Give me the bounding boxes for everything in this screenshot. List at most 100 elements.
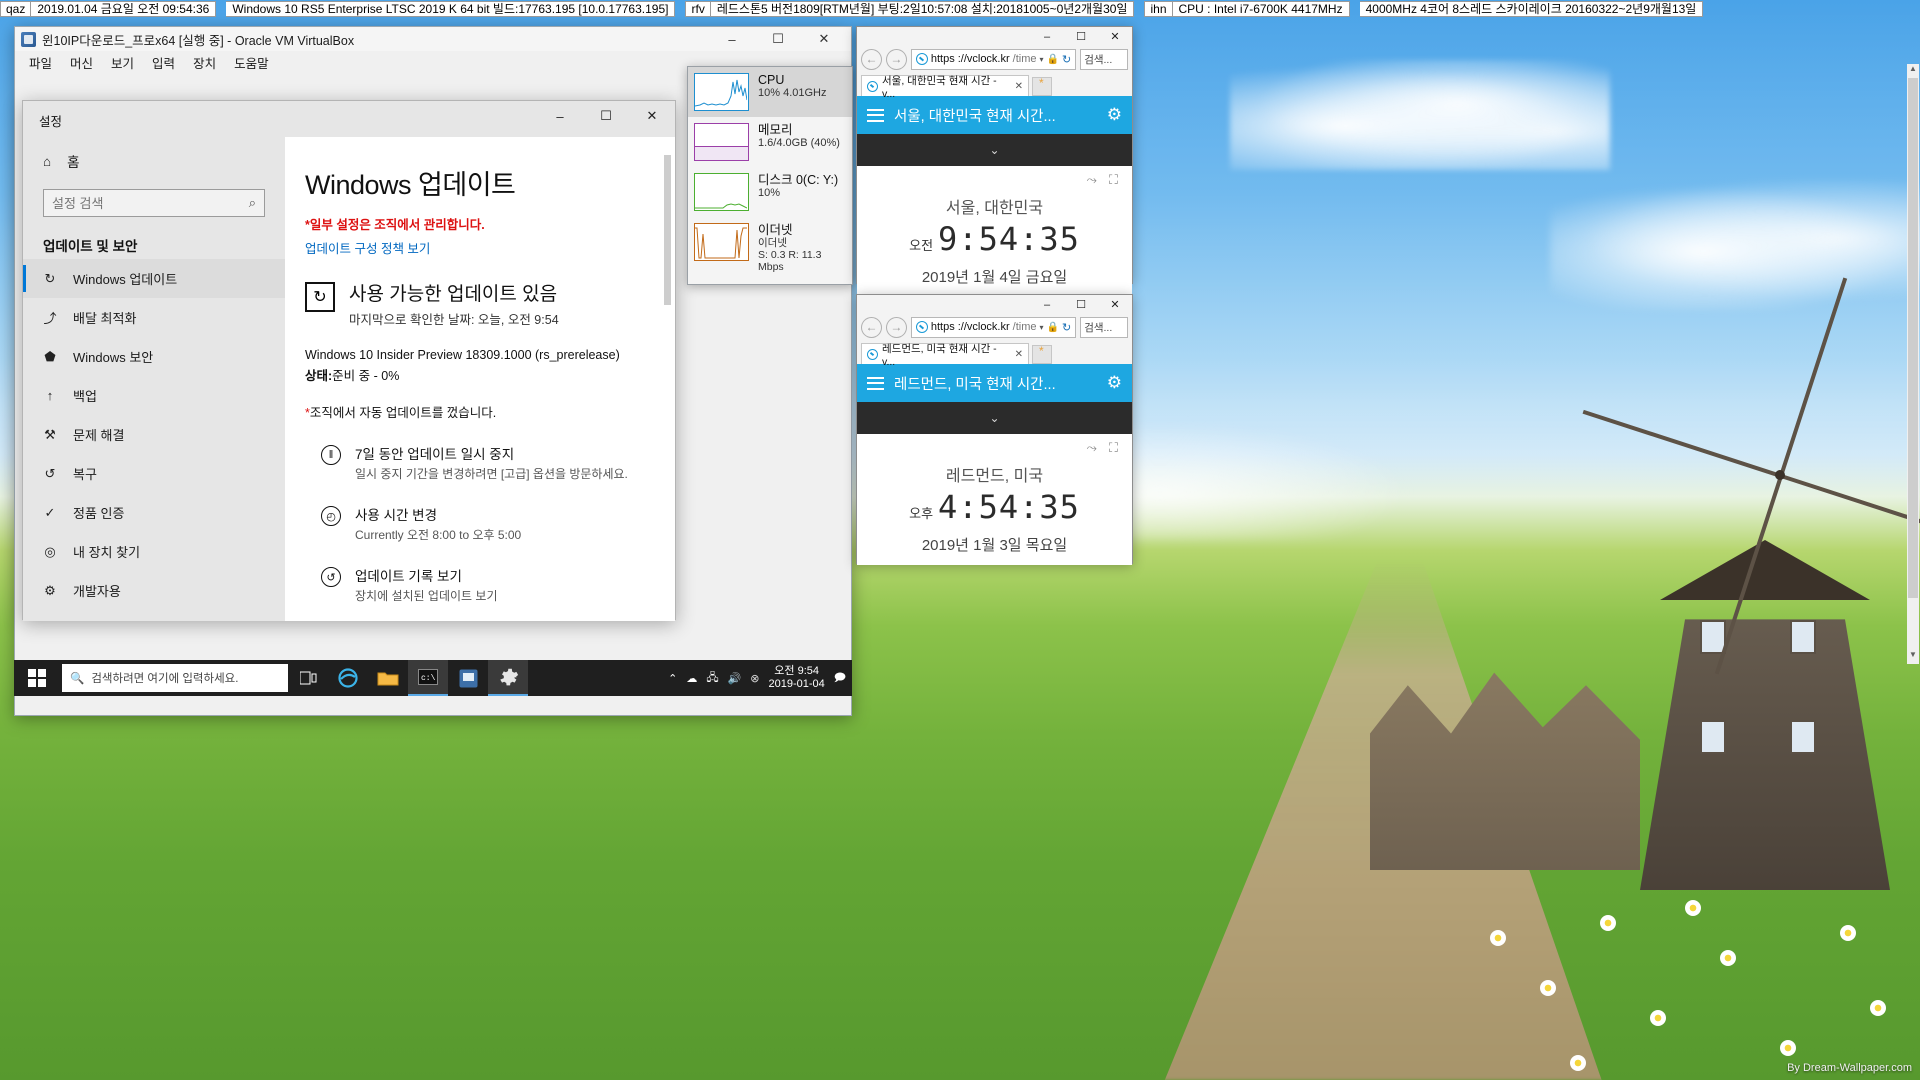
close-icon[interactable]: ✕ xyxy=(1098,27,1132,46)
task-manager-summary-widget[interactable]: CPU 10% 4.01GHz 메모리 1.6/4.0GB (40%) 디스크 … xyxy=(687,66,853,285)
tray-volume-icon[interactable]: 🔊 xyxy=(728,672,742,685)
minimize-icon[interactable]: – xyxy=(709,27,755,51)
menu-item-machine[interactable]: 머신 xyxy=(70,53,93,72)
address-bar[interactable]: https://vclock.kr/time ▾ 🔒 ↻ xyxy=(910,48,1077,70)
vclock-collapse-bar[interactable]: ⌄ xyxy=(857,402,1132,434)
hamburger-menu-icon[interactable] xyxy=(867,108,884,122)
scroll-up-arrow[interactable]: ▲ xyxy=(1907,64,1919,76)
taskbar-virtualbox-button[interactable] xyxy=(448,660,488,696)
menu-item-file[interactable]: 파일 xyxy=(29,53,52,72)
sidebar-item-delivery-optimization[interactable]: ⤴ 배달 최적화 xyxy=(23,298,285,337)
taskbar-cmd-button[interactable]: c:\ xyxy=(408,660,448,696)
menu-item-help[interactable]: 도움말 xyxy=(234,53,269,72)
task-view-button[interactable] xyxy=(288,660,328,696)
maximize-icon[interactable]: ☐ xyxy=(755,27,801,51)
close-icon[interactable]: ✕ xyxy=(629,101,675,131)
browser-tab[interactable]: 서울, 대한민국 현재 시간 - v... ✕ xyxy=(861,75,1029,100)
share-icon[interactable]: ⤳ xyxy=(1086,440,1096,456)
browser-navigation-bar[interactable]: ← → https://vclock.kr/time ▾ 🔒 ↻ 검색... xyxy=(857,46,1132,72)
minimize-icon[interactable]: – xyxy=(537,101,583,131)
browser-tab-strip[interactable]: 레드먼드, 미국 현재 시간 - v... ✕ xyxy=(857,340,1132,368)
windows-taskbar[interactable]: 🔍 검색하려면 여기에 입력하세요. c:\ ⌃ ☁ 🖧 🔊 ⊗ 오전 9:54… xyxy=(14,660,852,696)
share-icon[interactable]: ⤳ xyxy=(1086,172,1096,188)
browser-window-redmond-clock[interactable]: – ☐ ✕ ← → https://vclock.kr/time ▾ 🔒 ↻ 검… xyxy=(856,294,1133,565)
option-pause-updates[interactable]: ‖ 7일 동안 업데이트 일시 중지 일시 중지 기간을 변경하려면 [고급] … xyxy=(305,443,675,482)
close-tab-icon[interactable]: ✕ xyxy=(1015,349,1023,360)
refresh-icon[interactable]: ↻ xyxy=(1062,321,1071,334)
menu-item-devices[interactable]: 장치 xyxy=(193,53,216,72)
guest-scrollbar[interactable]: ▲ ▼ xyxy=(1907,64,1919,664)
vclock-tools[interactable]: ⤳ ⛶ xyxy=(1086,440,1118,456)
tray-chevron-up-icon[interactable]: ⌃ xyxy=(668,672,677,685)
gear-icon[interactable]: ⚙ xyxy=(1107,373,1122,393)
settings-sidebar[interactable]: ⌂ 홈 ⌕ 업데이트 및 보안 ↻ Windows 업데이트 ⤴ 배달 최적화 … xyxy=(23,137,285,621)
sidebar-item-for-developers[interactable]: ⚙ 개발자용 xyxy=(23,571,285,610)
gear-icon[interactable]: ⚙ xyxy=(1107,105,1122,125)
virtualbox-titlebar[interactable]: 윈10IP다운로드_프로x64 [실행 중] - Oracle VM Virtu… xyxy=(15,27,851,51)
browser-tab[interactable]: 레드먼드, 미국 현재 시간 - v... ✕ xyxy=(861,343,1029,368)
menu-item-input[interactable]: 입력 xyxy=(152,53,175,72)
sidebar-item-recovery[interactable]: ↺ 복구 xyxy=(23,454,285,493)
chevron-down-icon[interactable]: ⌄ xyxy=(989,143,999,157)
browser-titlebar[interactable]: – ☐ ✕ xyxy=(857,27,1132,46)
refresh-icon[interactable]: ↻ xyxy=(1062,53,1071,66)
scrollbar-thumb[interactable] xyxy=(1908,78,1918,598)
back-icon[interactable]: ← xyxy=(861,48,882,70)
hamburger-menu-icon[interactable] xyxy=(867,376,884,390)
sidebar-item-activation[interactable]: ✓ 정품 인증 xyxy=(23,493,285,532)
search-icon[interactable]: ⌕ xyxy=(249,195,256,211)
forward-icon[interactable]: → xyxy=(885,316,907,338)
chevron-down-icon[interactable]: ⌄ xyxy=(989,411,999,425)
back-icon[interactable]: ← xyxy=(861,316,882,338)
option-update-history[interactable]: ↺ 업데이트 기록 보기 장치에 설치된 업데이트 보기 xyxy=(305,565,675,604)
chevron-down-icon[interactable]: ▾ xyxy=(1040,55,1044,64)
settings-scrollbar[interactable] xyxy=(662,137,673,621)
close-icon[interactable]: ✕ xyxy=(1098,295,1132,314)
sidebar-item-windows-security[interactable]: ⬟ Windows 보안 xyxy=(23,337,285,376)
forward-icon[interactable]: → xyxy=(885,48,907,70)
new-tab-button[interactable] xyxy=(1032,76,1052,96)
task-manager-row-ethernet[interactable]: 이더넷 이더넷 S: 0.3 R: 11.3 Mbps xyxy=(688,217,852,279)
browser-titlebar[interactable]: – ☐ ✕ xyxy=(857,295,1132,314)
sidebar-item-home[interactable]: ⌂ 홈 xyxy=(23,145,285,177)
policy-link[interactable]: 업데이트 구성 정책 보기 xyxy=(305,238,675,257)
option-active-hours[interactable]: ◴ 사용 시간 변경 Currently 오전 8:00 to 오후 5:00 xyxy=(305,504,675,543)
browser-tab-strip[interactable]: 서울, 대한민국 현재 시간 - v... ✕ xyxy=(857,72,1132,100)
address-bar[interactable]: https://vclock.kr/time ▾ 🔒 ↻ xyxy=(910,316,1077,338)
taskbar-search-box[interactable]: 🔍 검색하려면 여기에 입력하세요. xyxy=(62,664,288,692)
settings-window[interactable]: 설정 – ☐ ✕ ⌂ 홈 ⌕ 업데이트 및 보안 ↻ Windows 업데이트 … xyxy=(22,100,676,621)
taskbar-edge-button[interactable] xyxy=(328,660,368,696)
chevron-down-icon[interactable]: ▾ xyxy=(1040,323,1044,332)
taskbar-clock[interactable]: 오전 9:54 2019-01-04 xyxy=(769,665,825,691)
settings-search-box[interactable]: ⌕ xyxy=(43,189,265,217)
maximize-icon[interactable]: ☐ xyxy=(1064,295,1098,314)
taskbar-explorer-button[interactable] xyxy=(368,660,408,696)
browser-navigation-bar[interactable]: ← → https://vclock.kr/time ▾ 🔒 ↻ 검색... xyxy=(857,314,1132,340)
minimize-icon[interactable]: – xyxy=(1030,295,1064,314)
search-input[interactable] xyxy=(52,195,249,211)
menu-item-view[interactable]: 보기 xyxy=(111,53,134,72)
sidebar-item-find-my-device[interactable]: ◎ 내 장치 찾기 xyxy=(23,532,285,571)
task-manager-row-disk[interactable]: 디스크 0(C: Y:) 10% xyxy=(688,167,852,217)
browser-search-box[interactable]: 검색... xyxy=(1080,316,1129,338)
tray-onedrive-icon[interactable]: ☁ xyxy=(686,672,697,685)
sidebar-item-troubleshoot[interactable]: ⚒ 문제 해결 xyxy=(23,415,285,454)
browser-search-box[interactable]: 검색... xyxy=(1080,48,1129,70)
scroll-down-arrow[interactable]: ▼ xyxy=(1907,650,1919,662)
taskbar-system-tray[interactable]: ⌃ ☁ 🖧 🔊 ⊗ 오전 9:54 2019-01-04 🗩 xyxy=(668,665,852,691)
task-manager-row-cpu[interactable]: CPU 10% 4.01GHz xyxy=(688,67,852,117)
taskbar-settings-button[interactable] xyxy=(488,660,528,696)
sidebar-item-windows-update[interactable]: ↻ Windows 업데이트 xyxy=(23,259,285,298)
close-icon[interactable]: ✕ xyxy=(801,27,847,51)
settings-titlebar[interactable]: 설정 – ☐ ✕ xyxy=(23,101,675,137)
vclock-tools[interactable]: ⤳ ⛶ xyxy=(1086,172,1118,188)
minimize-icon[interactable]: – xyxy=(1030,27,1064,46)
start-button[interactable] xyxy=(14,660,60,696)
maximize-icon[interactable]: ☐ xyxy=(583,101,629,131)
tray-network-icon[interactable]: 🖧 xyxy=(706,669,718,688)
sidebar-item-backup[interactable]: ↑ 백업 xyxy=(23,376,285,415)
close-tab-icon[interactable]: ✕ xyxy=(1015,81,1023,92)
fullscreen-icon[interactable]: ⛶ xyxy=(1109,440,1118,456)
task-manager-row-memory[interactable]: 메모리 1.6/4.0GB (40%) xyxy=(688,117,852,167)
fullscreen-icon[interactable]: ⛶ xyxy=(1109,172,1118,188)
